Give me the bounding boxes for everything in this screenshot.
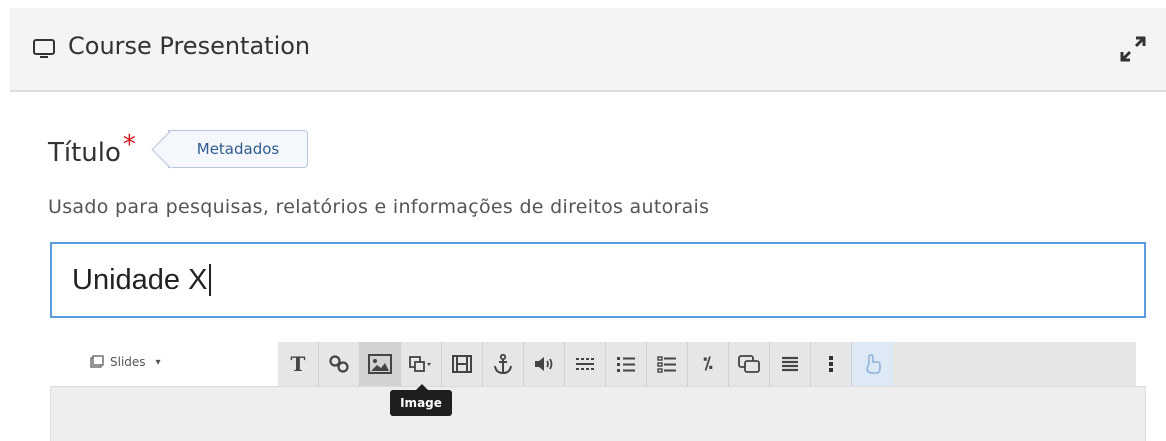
text-tool[interactable]: T	[278, 342, 319, 386]
title-field-description: Usado para pesquisas, relatórios e infor…	[48, 196, 710, 218]
shapes-icon	[409, 356, 431, 372]
single-choice-tool[interactable]	[606, 342, 647, 386]
title-input-value: Unidade X	[72, 263, 208, 296]
shapes-tool[interactable]	[401, 342, 442, 386]
interaction-tool[interactable]	[852, 342, 893, 386]
title-field-label: Título*	[48, 130, 136, 168]
hand-icon	[865, 354, 881, 374]
image-icon	[368, 354, 392, 374]
multiple-choice-tool[interactable]	[647, 342, 688, 386]
metadata-button[interactable]: Metadados	[168, 130, 308, 168]
percent-icon: ⁒	[703, 354, 713, 374]
title-label-text: Título	[48, 138, 121, 168]
editor-header: Course Presentation	[10, 8, 1166, 92]
image-tool[interactable]	[360, 342, 401, 386]
anchor-icon	[494, 353, 512, 375]
editor-toolbar: T ⁒	[278, 342, 1136, 386]
true-false-tool[interactable]: ⁒	[688, 342, 729, 386]
chevron-down-icon: ▾	[155, 356, 161, 368]
link-tool[interactable]	[319, 342, 360, 386]
editor-content: Título* Metadados Usado para pesquisas, …	[10, 92, 1166, 441]
summary-icon	[782, 356, 798, 372]
more-icon	[829, 356, 833, 372]
more-tool[interactable]	[811, 342, 852, 386]
text-caret	[209, 264, 212, 296]
link-icon	[329, 355, 349, 373]
audio-tool[interactable]	[524, 342, 565, 386]
monitor-icon	[33, 39, 55, 58]
dialog-icon	[738, 355, 760, 373]
fill-blanks-tool[interactable]	[565, 342, 606, 386]
content-type-title: Course Presentation	[68, 32, 311, 60]
text-icon: T	[290, 352, 306, 376]
metadata-button-label: Metadados	[196, 140, 280, 158]
anchor-tool[interactable]	[483, 342, 524, 386]
slides-label: Slides	[110, 355, 146, 369]
video-icon	[452, 355, 472, 373]
slides-dropdown[interactable]: Slides ▾	[90, 350, 161, 374]
slide-canvas[interactable]	[50, 386, 1146, 441]
fill-blanks-icon	[576, 358, 594, 370]
slides-icon	[90, 355, 104, 368]
list-icon	[617, 357, 635, 372]
audio-icon	[535, 357, 553, 371]
checklist-icon	[657, 356, 676, 373]
image-tooltip: Image	[390, 384, 452, 416]
dialog-cards-tool[interactable]	[729, 342, 770, 386]
summary-tool[interactable]	[770, 342, 811, 386]
expand-icon[interactable]	[1118, 34, 1148, 64]
title-input[interactable]: Unidade X	[50, 242, 1146, 318]
required-indicator: *	[122, 130, 136, 160]
video-tool[interactable]	[442, 342, 483, 386]
